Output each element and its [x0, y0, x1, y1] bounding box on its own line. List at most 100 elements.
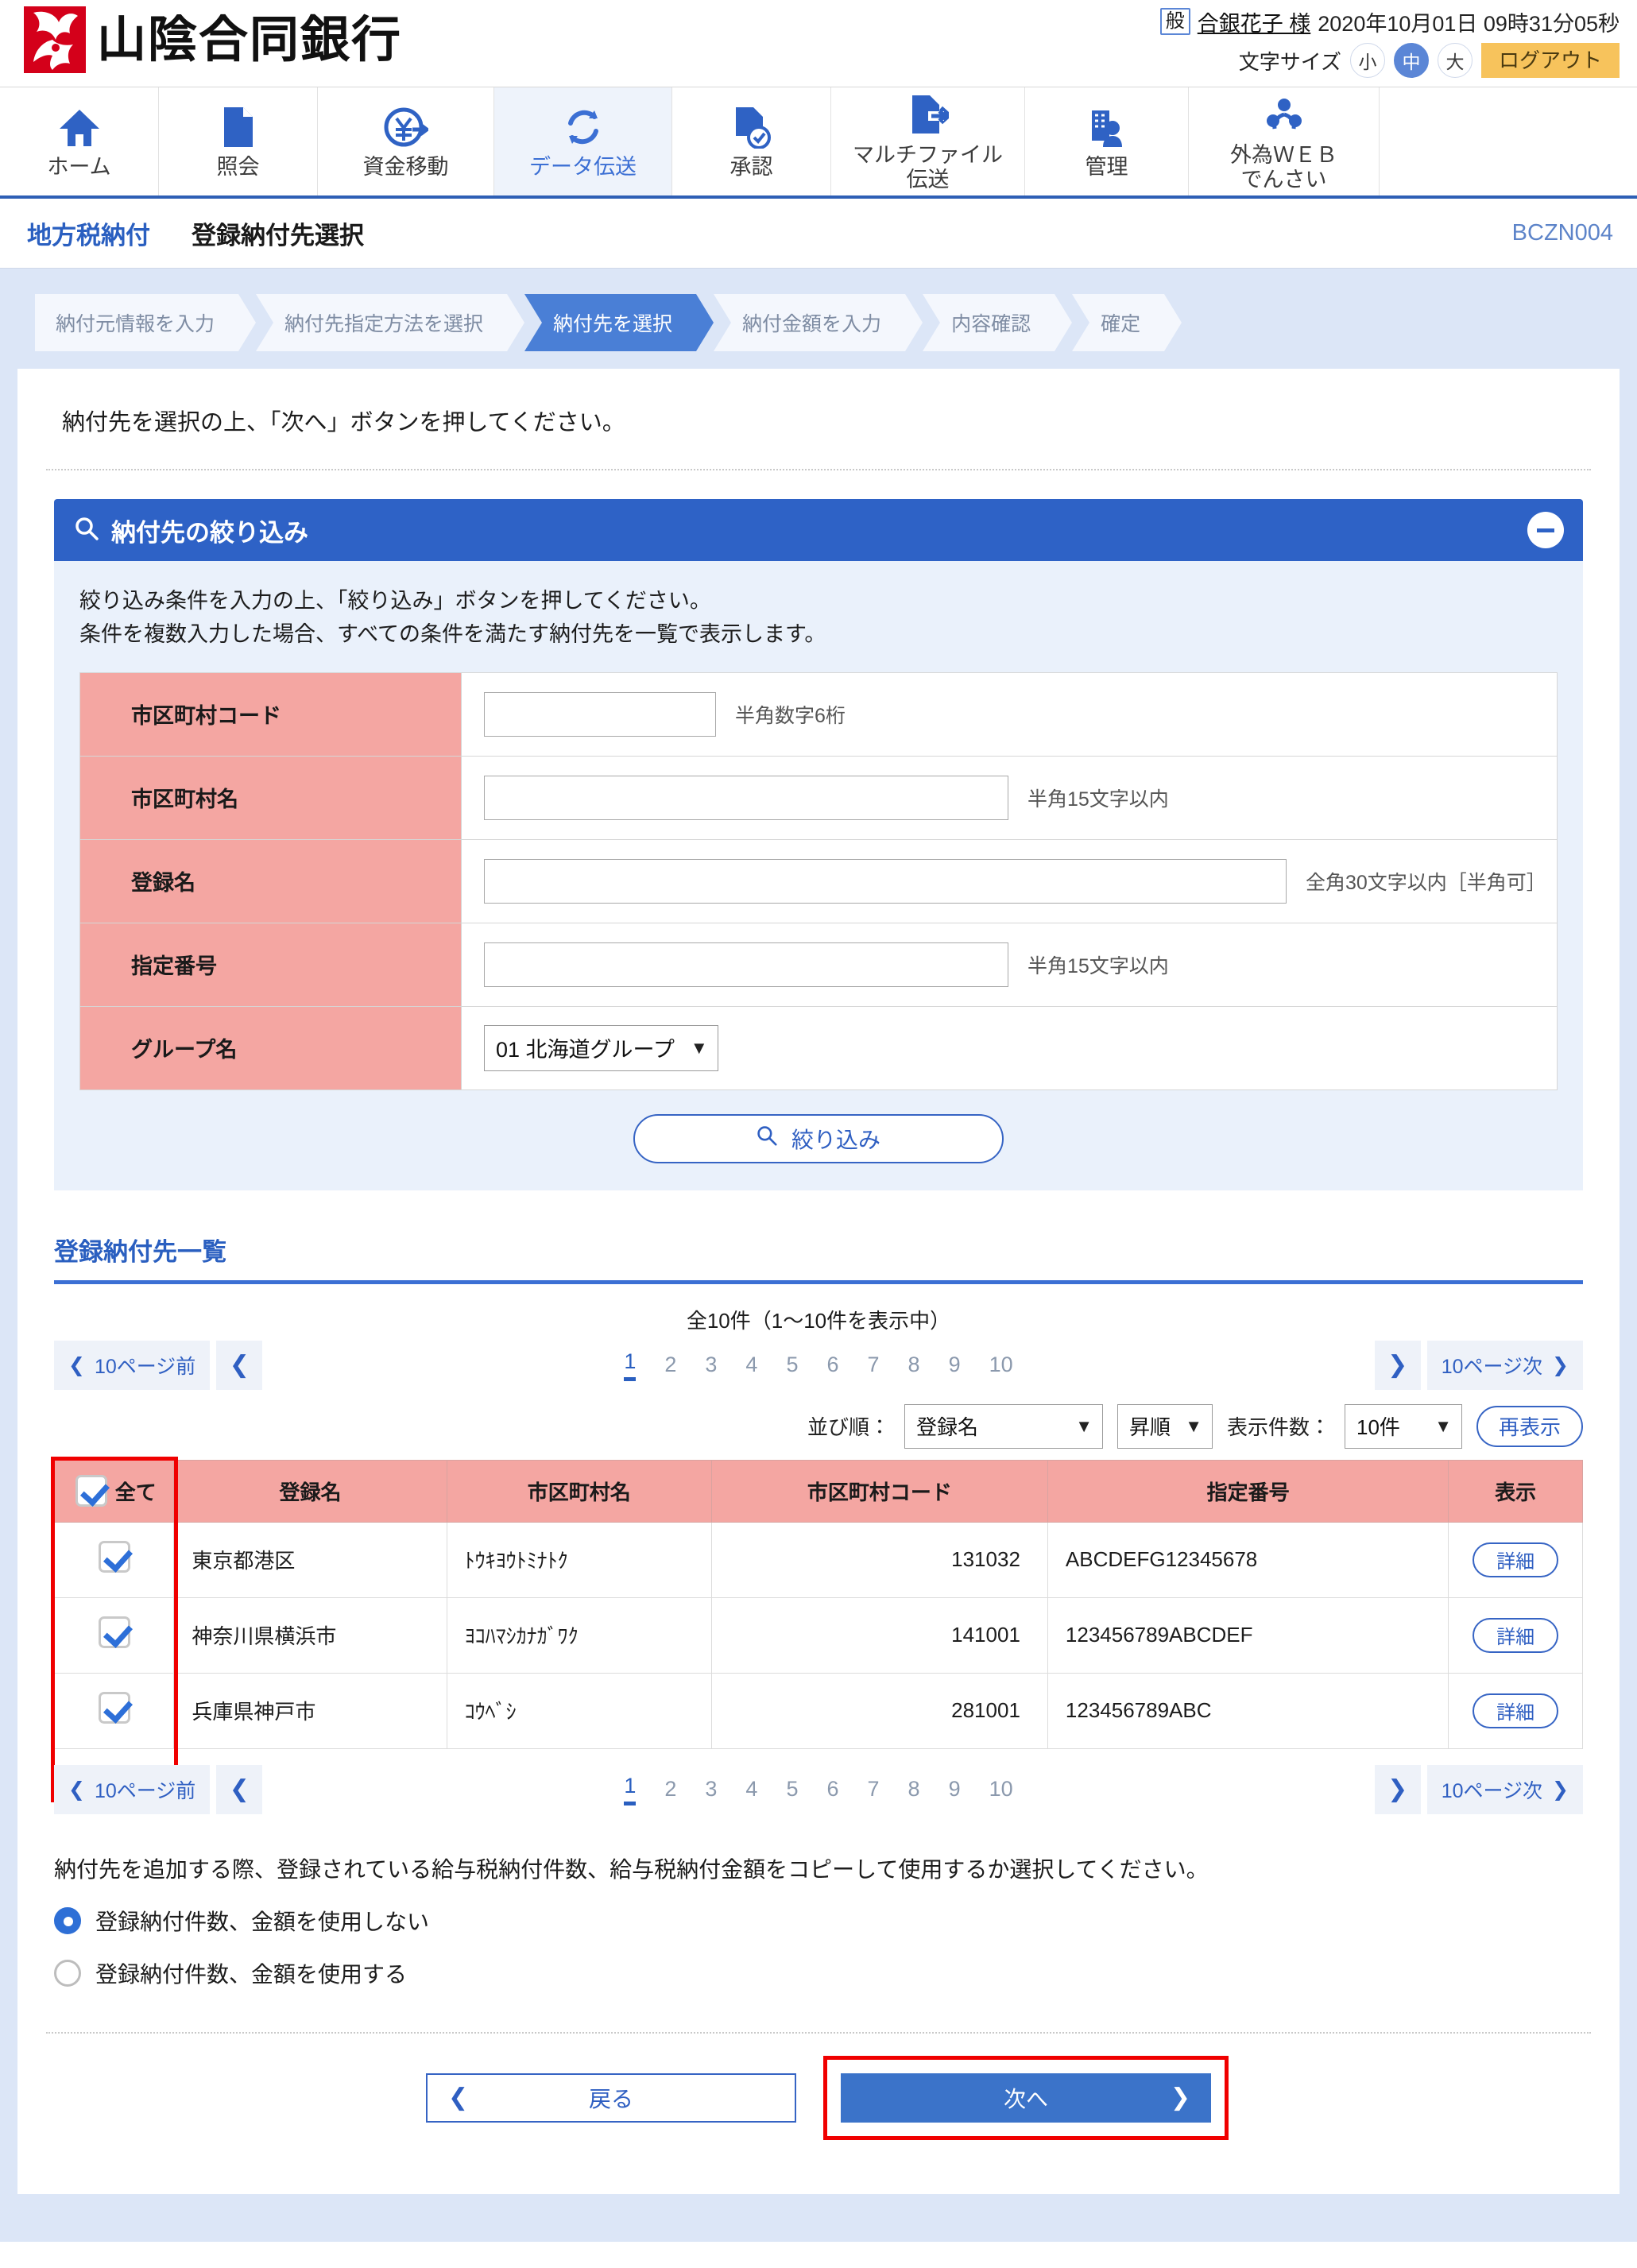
th-select-all[interactable]: 全て: [53, 1459, 175, 1523]
next-page-button-top[interactable]: ❯: [1374, 1340, 1421, 1390]
copy-option-no[interactable]: 登録納付件数、金額を使用しない: [54, 1905, 1583, 1937]
page-number-2-bottom[interactable]: 2: [664, 1777, 676, 1802]
step-finalize: 確定: [1072, 294, 1182, 351]
page-number-2-top[interactable]: 2: [664, 1353, 676, 1377]
font-size-small-button[interactable]: 小: [1349, 43, 1385, 78]
row-checkbox-cell[interactable]: [53, 1521, 175, 1598]
per-page-select[interactable]: 10件 ▼: [1344, 1403, 1462, 1449]
radio-use-copy[interactable]: [54, 1959, 81, 1987]
page-number-5-top[interactable]: 5: [786, 1353, 798, 1377]
prev-page-button-top[interactable]: ❮: [216, 1340, 263, 1390]
sort-order-value: 昇順: [1128, 1415, 1171, 1440]
nav-item-home[interactable]: ホーム: [0, 87, 159, 195]
row-checkbox[interactable]: [98, 1616, 130, 1649]
next-page-button-bottom[interactable]: ❯: [1374, 1764, 1421, 1814]
label-city-code: 市区町村コード: [79, 671, 462, 757]
label-designation: 指定番号: [79, 922, 462, 1007]
row-reg-name: 神奈川県横浜市: [173, 1597, 447, 1674]
nav-item-management[interactable]: 管理: [1025, 87, 1189, 195]
page-number-9-top[interactable]: 9: [949, 1353, 961, 1377]
filter-card: 納付先の絞り込み 絞り込み条件を入力の上、「絞り込み」ボタンを押してください。 …: [54, 499, 1583, 1190]
next-button-label: 次へ: [1003, 2086, 1048, 2111]
row-detail-button[interactable]: 詳細: [1473, 1693, 1559, 1728]
pager-bottom: ❮ 10ページ前 ❮ 1 2 3 4 5 6 7 8 9 10 ❯ 10ページ次…: [54, 1763, 1583, 1816]
label-group-name: グループ名: [79, 1005, 462, 1090]
header-user-area: 般 合銀花子 様 2020年10月01日 09時31分05秒 文字サイズ 小 中…: [1159, 5, 1620, 79]
minus-icon[interactable]: [1527, 512, 1564, 548]
row-checkbox[interactable]: [98, 1541, 130, 1573]
step-confirm: 内容確認: [923, 294, 1073, 351]
chevron-down-icon: ▼: [1185, 1415, 1202, 1436]
prev-10-pages-button-top[interactable]: ❮ 10ページ前: [54, 1340, 211, 1390]
reg-name-input[interactable]: [484, 858, 1287, 904]
font-size-large-button[interactable]: 大: [1437, 43, 1473, 78]
current-datetime: 2020年10月01日 09時31分05秒: [1318, 11, 1620, 36]
city-name-input[interactable]: [484, 775, 1008, 820]
page-number-6-bottom[interactable]: 6: [826, 1777, 838, 1802]
approve-icon: [733, 103, 771, 149]
page-number-3-top[interactable]: 3: [705, 1353, 717, 1377]
city-code-input[interactable]: [484, 691, 716, 737]
page-number-5-bottom[interactable]: 5: [786, 1777, 798, 1802]
page-number-4-top[interactable]: 4: [745, 1353, 757, 1377]
nav-item-multifile[interactable]: マルチファイル 伝送: [831, 87, 1025, 195]
sort-order-select[interactable]: 昇順 ▼: [1116, 1403, 1213, 1449]
nav-label-inquiry: 照会: [216, 155, 260, 180]
nav-item-forex-densai[interactable]: 外為ＷＥＢ でんさい: [1189, 87, 1380, 195]
form-row-group-name: グループ名 01 北海道グループ ▼: [79, 1005, 1558, 1090]
copy-option-yes[interactable]: 登録納付件数、金額を使用する: [54, 1957, 1583, 1989]
chevron-right-icon: ❯: [1387, 1776, 1408, 1803]
bank-logo[interactable]: 山陰合同銀行: [24, 6, 402, 73]
search-icon: [75, 517, 99, 544]
nav-label-approval: 承認: [729, 155, 773, 180]
row-city-kana: ｺｳﾍﾞｼ: [446, 1672, 712, 1749]
page-number-1-bottom[interactable]: 1: [624, 1774, 637, 1805]
refresh-button[interactable]: 再表示: [1476, 1405, 1583, 1447]
designation-input[interactable]: [484, 942, 1008, 987]
next-button[interactable]: 次へ ❯: [841, 2073, 1211, 2123]
page-number-10-bottom[interactable]: 10: [989, 1777, 1013, 1802]
page-number-1-top[interactable]: 1: [624, 1349, 637, 1381]
row-detail-button[interactable]: 詳細: [1473, 1542, 1559, 1577]
back-button[interactable]: ❮ 戻る: [426, 2073, 796, 2123]
row-detail-button[interactable]: 詳細: [1473, 1617, 1559, 1653]
nav-item-approval[interactable]: 承認: [672, 87, 831, 195]
nav-item-fund-transfer[interactable]: 資金移動: [318, 87, 494, 195]
row-checkbox-cell[interactable]: [53, 1672, 175, 1749]
prev-10-pages-button-bottom[interactable]: ❮ 10ページ前: [54, 1764, 211, 1814]
row-checkbox[interactable]: [98, 1692, 130, 1724]
hint-designation: 半角15文字以内: [1027, 954, 1169, 977]
nav-item-inquiry[interactable]: 照会: [159, 87, 318, 195]
page-number-7-top[interactable]: 7: [868, 1353, 880, 1377]
home-icon: [58, 103, 101, 149]
page-number-6-top[interactable]: 6: [826, 1353, 838, 1377]
page-number-4-bottom[interactable]: 4: [745, 1777, 757, 1802]
radio-no-copy[interactable]: [54, 1906, 81, 1934]
filter-body: 絞り込み条件を入力の上、「絞り込み」ボタンを押してください。 条件を複数入力した…: [54, 561, 1583, 1190]
next-10-pages-button-top[interactable]: 10ページ次 ❯: [1426, 1340, 1583, 1390]
page-number-9-bottom[interactable]: 9: [949, 1777, 961, 1802]
sort-key-select[interactable]: 登録名 ▼: [904, 1403, 1103, 1449]
page-number-8-bottom[interactable]: 8: [908, 1777, 920, 1802]
group-name-select[interactable]: 01 北海道グループ ▼: [484, 1024, 718, 1071]
hint-city-code: 半角数字6桁: [735, 704, 846, 727]
page-number-7-bottom[interactable]: 7: [868, 1777, 880, 1802]
next-10-label-bottom: 10ページ次: [1441, 1779, 1543, 1802]
nav-item-data-transfer[interactable]: データ伝送: [494, 87, 672, 195]
logout-button[interactable]: ログアウト: [1480, 43, 1620, 78]
row-designation: 123456789ABCDEF: [1047, 1597, 1449, 1674]
row-checkbox-cell[interactable]: [53, 1597, 175, 1674]
row-city-kana: ﾖｺﾊﾏｼｶﾅｶﾞﾜｸ: [446, 1597, 712, 1674]
filter-submit-button[interactable]: 絞り込み: [633, 1113, 1004, 1163]
instruction-text: 納付先を選択の上、「次へ」ボタンを押してください。: [62, 410, 625, 435]
font-size-medium-button[interactable]: 中: [1393, 43, 1429, 78]
page-number-10-top[interactable]: 10: [989, 1353, 1013, 1377]
page-number-3-bottom[interactable]: 3: [705, 1777, 717, 1802]
next-10-pages-button-bottom[interactable]: 10ページ次 ❯: [1426, 1764, 1583, 1814]
chevron-right-icon: ❯: [1552, 1778, 1569, 1801]
page-number-8-top[interactable]: 8: [908, 1353, 920, 1377]
select-all-checkbox[interactable]: [75, 1475, 107, 1507]
prev-page-button-bottom[interactable]: ❮: [216, 1764, 263, 1814]
user-type-badge: 般: [1159, 8, 1190, 35]
